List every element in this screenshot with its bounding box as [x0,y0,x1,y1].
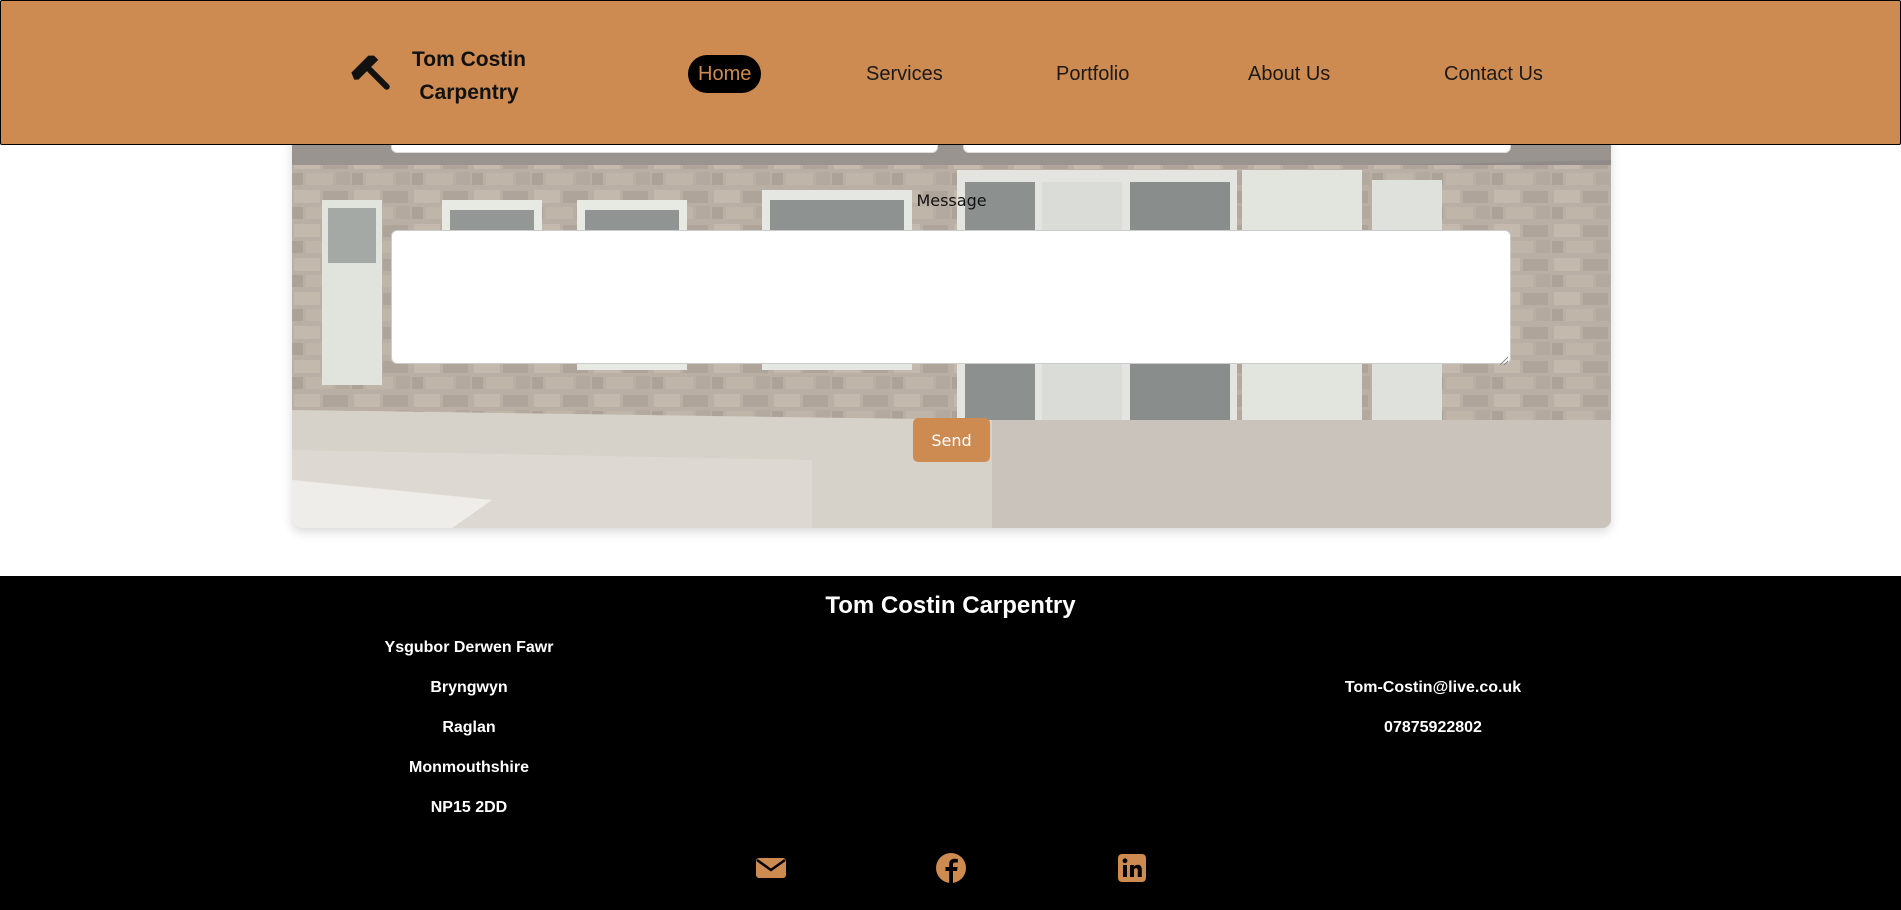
address-line: Raglan [442,719,496,736]
address-line: NP15 2DD [430,799,508,816]
linkedin-icon[interactable] [1116,852,1148,884]
facebook-icon[interactable] [935,852,967,884]
nav-home[interactable]: Home [688,55,762,93]
footer-email[interactable]: Tom-Costin@live.co.uk [1233,679,1633,697]
envelope-icon[interactable] [755,852,787,884]
send-button[interactable]: Send [913,418,990,462]
address-line: Monmouthshire [409,759,529,776]
message-textarea[interactable] [391,230,1511,364]
nav-services[interactable]: Services [866,55,943,93]
footer-title: Tom Costin Carpentry [825,592,1076,619]
nav-portfolio[interactable]: Portfolio [1056,55,1129,93]
site-footer: Tom Costin Carpentry Ysgubor Derwen Fawr… [0,576,1901,910]
site-header: Tom Costin Carpentry Home Services Portf… [0,0,1901,145]
brand-logo[interactable]: Tom Costin Carpentry [350,43,540,105]
address-line: Bryngwyn [430,679,508,696]
nav-contact-us[interactable]: Contact Us [1444,55,1543,93]
message-label: Message [916,191,987,210]
address-line: Ysgubor Derwen Fawr [384,639,554,656]
footer-phone[interactable]: 07875922802 [1233,719,1633,737]
hammer-icon [350,51,398,97]
brand-name: Tom Costin Carpentry [412,48,526,104]
nav-about-us[interactable]: About Us [1248,55,1330,93]
resize-grip-icon[interactable] [1498,352,1509,366]
contact-form-card: Message Send [292,120,1611,528]
